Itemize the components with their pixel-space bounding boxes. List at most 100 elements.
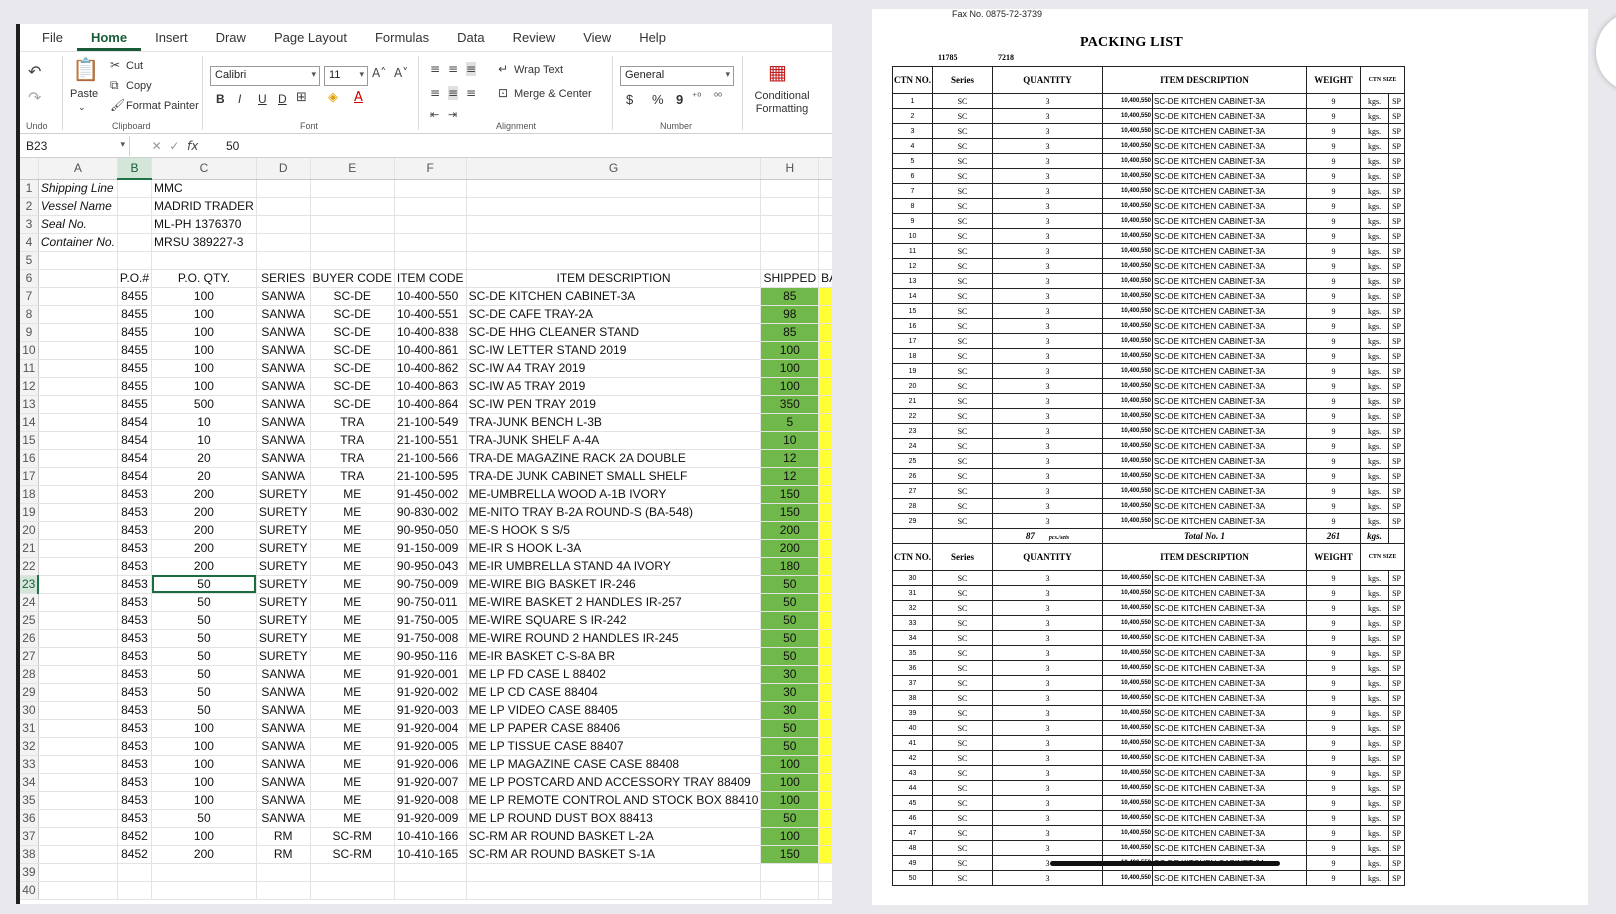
cell[interactable] xyxy=(760,881,820,900)
row-header[interactable]: 30 xyxy=(20,701,39,720)
cell[interactable]: ME LP PAPER CASE 88406 xyxy=(466,719,762,738)
cell[interactable]: SANWA xyxy=(256,395,311,414)
cell[interactable]: 30 xyxy=(760,701,820,720)
cell[interactable]: SANWA xyxy=(256,413,311,432)
cell[interactable]: 91-150-009 xyxy=(394,539,467,558)
cell[interactable]: 100 xyxy=(760,827,820,846)
cell[interactable]: 8455 xyxy=(117,359,153,378)
cell[interactable]: 8455 xyxy=(117,377,153,396)
cell[interactable]: 91-450-002 xyxy=(394,485,467,504)
row-header[interactable]: 14 xyxy=(20,413,39,432)
cell[interactable]: 91-920-005 xyxy=(394,737,467,756)
cell[interactable]: 21-100-566 xyxy=(394,449,467,468)
cell[interactable]: 10-400-551 xyxy=(394,305,467,324)
cell[interactable]: 10-410-166 xyxy=(394,827,467,846)
cell[interactable]: TRA-DE MAGAZINE RACK 2A DOUBLE xyxy=(466,449,762,468)
cell[interactable]: 100 xyxy=(760,755,820,774)
cell[interactable]: ME xyxy=(310,719,395,738)
cancel-icon[interactable]: ✕ xyxy=(152,139,162,153)
column-title[interactable]: ITEM DESCRIPTION xyxy=(466,269,762,288)
cell[interactable]: 0 xyxy=(818,341,832,360)
cell[interactable]: 91-920-001 xyxy=(394,665,467,684)
cell[interactable] xyxy=(151,881,257,900)
cell[interactable]: 10 xyxy=(151,431,257,450)
cell[interactable]: 100 xyxy=(151,359,257,378)
conditional-formatting-button[interactable]: Conditional Formatting xyxy=(750,90,814,116)
align-left-icon[interactable]: ≡ xyxy=(430,86,440,100)
cell[interactable] xyxy=(394,197,467,216)
cell[interactable] xyxy=(117,233,153,252)
cell[interactable] xyxy=(818,881,832,900)
cell[interactable]: SANWA xyxy=(256,683,311,702)
cell[interactable]: 50 xyxy=(151,593,257,612)
cell[interactable] xyxy=(310,863,395,882)
cell[interactable] xyxy=(38,431,118,450)
cell[interactable]: 8453 xyxy=(117,791,153,810)
cell[interactable]: SANWA xyxy=(256,305,311,324)
cell[interactable]: 0 xyxy=(818,611,832,630)
row-header[interactable]: 24 xyxy=(20,593,39,612)
copy-button[interactable]: Copy xyxy=(126,80,152,92)
cell[interactable]: 0 xyxy=(818,809,832,828)
cell[interactable]: 91-920-009 xyxy=(394,809,467,828)
cell[interactable]: 50 xyxy=(760,593,820,612)
cell[interactable]: SANWA xyxy=(256,377,311,396)
cell[interactable]: 91-920-004 xyxy=(394,719,467,738)
cell[interactable]: 100 xyxy=(760,359,820,378)
paste-button[interactable]: Paste xyxy=(70,88,98,100)
cell[interactable]: SC-IW A5 TRAY 2019 xyxy=(466,377,762,396)
format-painter-button[interactable]: Format Painter xyxy=(126,100,199,112)
cell[interactable]: ME xyxy=(310,773,395,792)
column-header-c[interactable]: C xyxy=(151,158,257,180)
cell[interactable] xyxy=(151,863,257,882)
cell[interactable]: SANWA xyxy=(256,341,311,360)
cell[interactable]: ME xyxy=(310,611,395,630)
cell[interactable]: SANWA xyxy=(256,809,311,828)
wrap-text-icon[interactable]: ↵ xyxy=(498,62,508,76)
cell[interactable]: 20 xyxy=(818,557,832,576)
row-header[interactable]: 5 xyxy=(20,251,39,270)
cell[interactable]: 100 xyxy=(760,773,820,792)
row-header[interactable]: 27 xyxy=(20,647,39,666)
merge-icon[interactable]: ⊡ xyxy=(498,86,508,100)
cell[interactable]: 20 xyxy=(818,701,832,720)
cell[interactable]: 0 xyxy=(818,359,832,378)
column-header-f[interactable]: F xyxy=(394,158,467,180)
cell[interactable]: ME-UMBRELLA WOOD A-1B IVORY xyxy=(466,485,762,504)
cell[interactable]: SC-DE HHG CLEANER STAND xyxy=(466,323,762,342)
comma-button[interactable]: 9 xyxy=(676,92,683,107)
cell[interactable]: 90-950-116 xyxy=(394,647,467,666)
cell[interactable]: 8453 xyxy=(117,593,153,612)
cell[interactable]: 0 xyxy=(818,521,832,540)
cell[interactable]: SC-DE CAFE TRAY-2A xyxy=(466,305,762,324)
cell[interactable]: 100 xyxy=(760,791,820,810)
cell[interactable]: 50 xyxy=(151,683,257,702)
cell[interactable]: 90-750-011 xyxy=(394,593,467,612)
cell[interactable] xyxy=(38,611,118,630)
cell[interactable]: 98 xyxy=(760,305,820,324)
row-header[interactable]: 16 xyxy=(20,449,39,468)
decrease-decimal-icon[interactable]: ⁰⁰ xyxy=(714,92,722,103)
row-header[interactable]: 40 xyxy=(20,881,39,900)
cell[interactable]: 8455 xyxy=(117,395,153,414)
align-top-icon[interactable]: ≡ xyxy=(430,62,440,76)
cell[interactable]: SANWA xyxy=(256,449,311,468)
cell[interactable]: 50 xyxy=(818,485,832,504)
cell[interactable]: ME LP REMOTE CONTROL AND STOCK BOX 88410 xyxy=(466,791,762,810)
cell[interactable]: 10 xyxy=(760,431,820,450)
cell[interactable] xyxy=(760,863,820,882)
cell[interactable]: 21-100-549 xyxy=(394,413,467,432)
formula-input[interactable]: 50 xyxy=(220,139,239,153)
cell-value[interactable]: MRSU 389227-3 xyxy=(151,233,257,252)
tab-page-layout[interactable]: Page Layout xyxy=(260,30,361,51)
row-header[interactable]: 33 xyxy=(20,755,39,774)
cell[interactable] xyxy=(38,305,118,324)
column-header-a[interactable]: A xyxy=(38,158,118,180)
row-header[interactable]: 18 xyxy=(20,485,39,504)
italic-button[interactable]: I xyxy=(238,92,241,106)
cell[interactable] xyxy=(38,521,118,540)
cell[interactable] xyxy=(760,179,820,198)
cell[interactable] xyxy=(310,179,395,198)
cell[interactable] xyxy=(38,395,118,414)
cell[interactable] xyxy=(38,845,118,864)
